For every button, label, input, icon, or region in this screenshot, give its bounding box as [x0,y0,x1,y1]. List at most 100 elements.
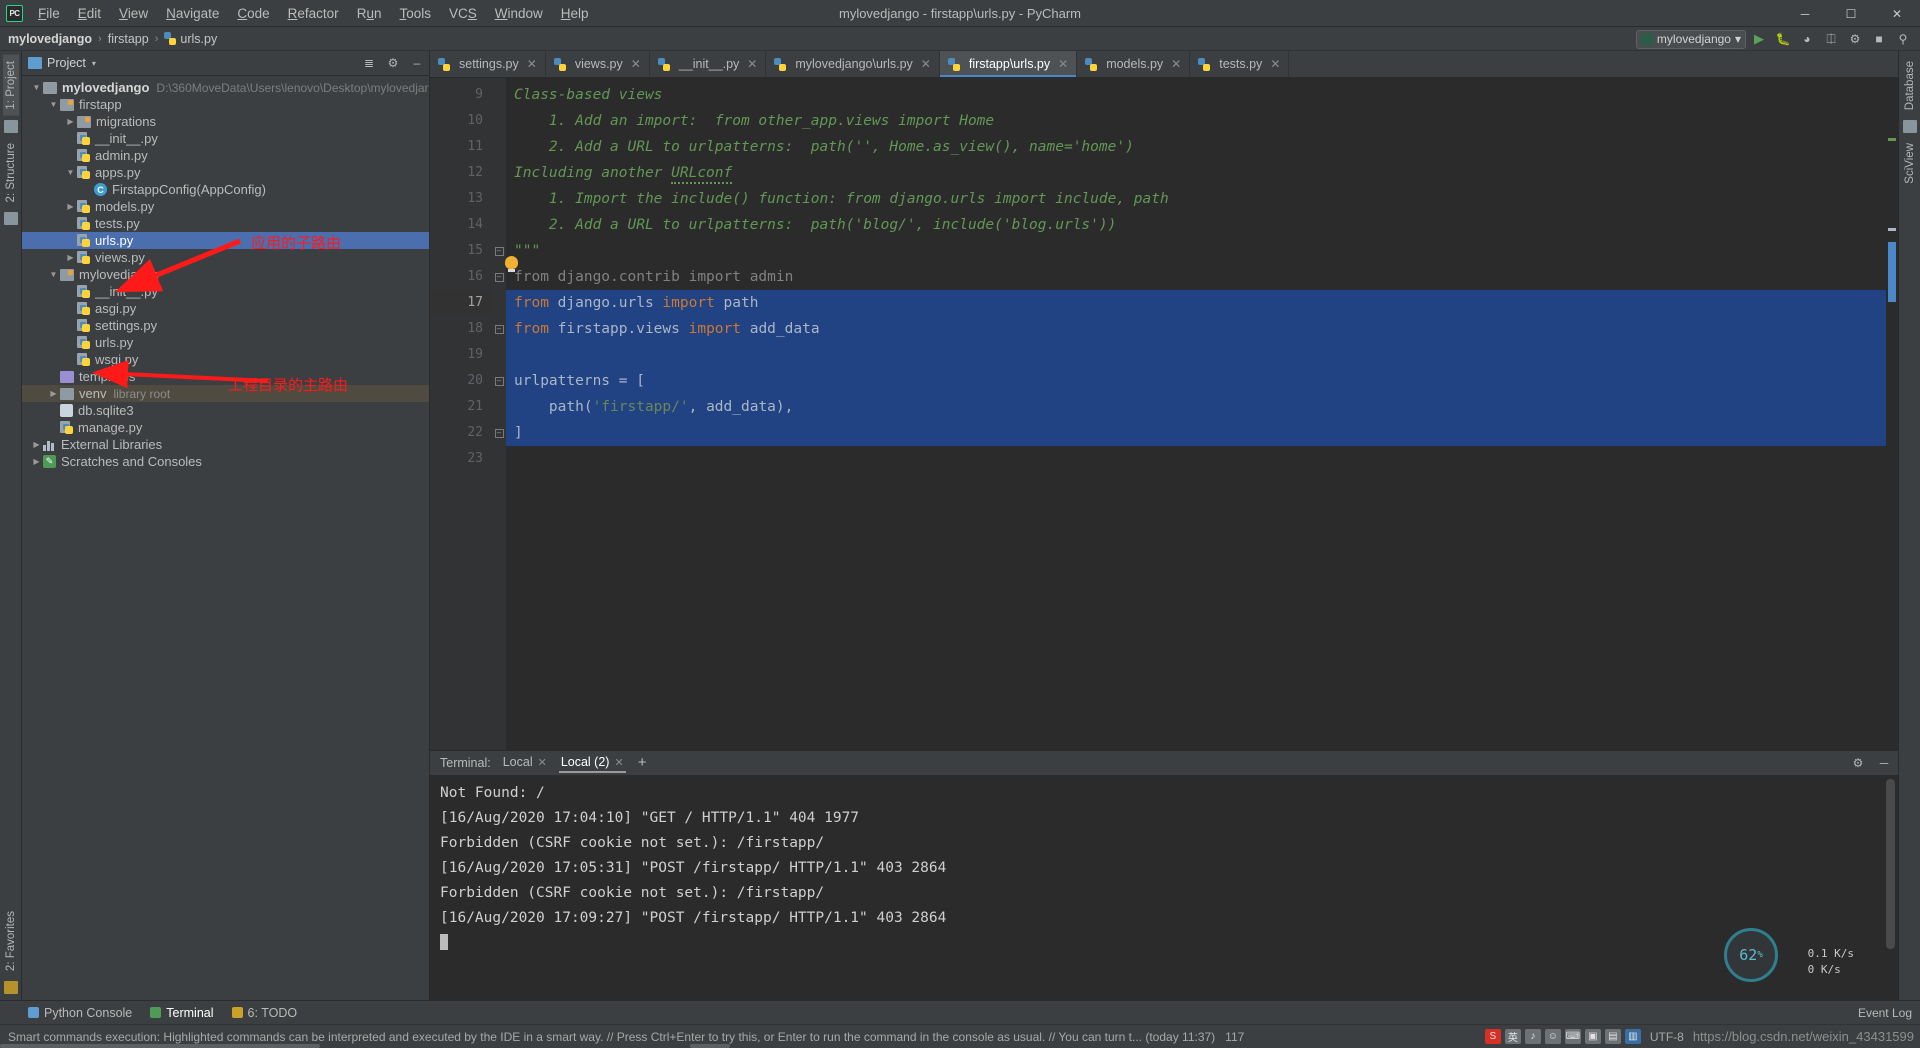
bottom-tab-terminal[interactable]: Terminal [150,1006,214,1020]
tree-node-views-py[interactable]: ▶ views.py [22,249,429,266]
tree-node-scratches-and-consoles[interactable]: ▶ ✎ Scratches and Consoles [22,453,429,470]
fold-toggle-icon[interactable]: – [492,316,506,342]
chevron-right-icon[interactable]: ▶ [64,202,77,211]
editor-tab--init-py[interactable]: __init__.py ✕ [650,51,767,77]
structure-icon[interactable] [3,212,18,226]
editor-tab-firstapp-urls-py[interactable]: firstapp\urls.py ✕ [939,51,1078,77]
menu-item-window[interactable]: Window [486,3,552,24]
tree-node-admin-py[interactable]: ▶admin.py [22,147,429,164]
stop-button[interactable]: ■ [1868,29,1890,49]
tree-node-migrations[interactable]: ▶ migrations [22,113,429,130]
tree-node-settings-py[interactable]: ▶settings.py [22,317,429,334]
tree-node-urls-py[interactable]: ▶urls.py [22,334,429,351]
ime-language-icon[interactable]: 英 [1504,1029,1521,1044]
editor-tab-settings-py[interactable]: settings.py ✕ [430,51,546,77]
terminal-tab-local-2[interactable]: Local (2) ✕ [558,753,626,773]
tool-tab-sciview[interactable]: SciView [1902,137,1918,190]
ime-keyboard-icon[interactable]: ⌨ [1564,1029,1581,1044]
menu-item-file[interactable]: File [29,3,69,24]
code-line[interactable]: from django.urls import path [506,290,1898,316]
tree-node-wsgi-py[interactable]: ▶wsgi.py [22,351,429,368]
close-icon[interactable]: ✕ [538,756,547,769]
maximize-button[interactable]: ☐ [1828,0,1874,27]
fold-toggle-icon[interactable]: – [492,420,506,446]
tool-tab-favorites[interactable]: 2: Favorites [3,905,19,977]
collapse-all-icon[interactable]: ≣ [361,55,377,71]
code-line[interactable]: Including another URLconf [506,160,1898,186]
code-line[interactable]: 2. Add a URL to urlpatterns: path('', Ho… [506,134,1898,160]
menu-item-refactor[interactable]: Refactor [279,3,348,24]
code-line[interactable] [506,446,1898,472]
terminal-output[interactable]: 62% 0.1 K/s 0 K/s Not Found: / [16/Aug/20… [430,775,1898,1000]
tree-node-mylovedjango[interactable]: ▼ mylovedjango D:\360MoveData\Users\lenovo… [22,79,429,96]
intention-bulb-icon[interactable] [505,256,518,272]
run-button[interactable]: ▶ [1748,29,1770,49]
search-everywhere-icon[interactable]: ⚲ [1892,29,1914,49]
tree-node--init-py[interactable]: ▶__init__.py [22,130,429,147]
chevron-down-icon[interactable]: ▼ [30,83,43,92]
tree-node-urls-py[interactable]: ▶urls.py [22,232,429,249]
event-log-button[interactable]: Event Log [1852,1006,1912,1020]
bottom-tab-todo[interactable]: 6: TODO [231,1006,297,1020]
code-line[interactable]: Class-based views [506,82,1898,108]
tree-node-venv[interactable]: ▶ venv library root [22,385,429,402]
editor-tab-tests-py[interactable]: tests.py ✕ [1190,51,1290,77]
ime-tone-icon[interactable]: ♪ [1524,1029,1541,1044]
new-terminal-button[interactable]: + [636,752,649,775]
code-line[interactable] [506,342,1898,368]
menu-item-vcs[interactable]: VCS [440,3,486,24]
ime-settings-icon[interactable]: ▥ [1624,1029,1641,1044]
chevron-right-icon[interactable]: ▶ [30,457,43,466]
tree-node-models-py[interactable]: ▶ models.py [22,198,429,215]
menu-item-tools[interactable]: Tools [390,3,440,24]
tree-node-mylovedjango[interactable]: ▼ mylovedjango [22,266,429,283]
ime-smiley-icon[interactable]: ☺ [1544,1029,1561,1044]
tree-node--init-py[interactable]: ▶__init__.py [22,283,429,300]
terminal-scrollbar[interactable] [1886,779,1895,949]
tool-tab-project[interactable]: 1: Project [2,55,19,116]
close-button[interactable]: ✕ [1874,0,1920,27]
editor-tab-models-py[interactable]: models.py ✕ [1077,51,1191,77]
menu-item-code[interactable]: Code [228,3,278,24]
ime-panel-icon[interactable]: ▣ [1584,1029,1601,1044]
debug-button[interactable]: 🐛 [1772,29,1794,49]
close-icon[interactable]: ✕ [614,756,623,769]
hide-panel-icon[interactable]: – [409,55,425,71]
project-tree[interactable]: ▼ mylovedjango D:\360MoveData\Users\lenovo… [22,76,429,1000]
code-line[interactable]: 1. Add an import: from other_app.views i… [506,108,1898,134]
coverage-button[interactable]: ◕ [1796,29,1818,49]
gear-icon[interactable]: ⚙ [385,55,401,71]
hide-panel-icon[interactable]: ─ [1876,755,1892,771]
tool-tab-structure[interactable]: 2: Structure [3,137,19,208]
chevron-down-icon[interactable]: ▼ [64,168,77,177]
fold-toggle-icon[interactable]: – [492,368,506,394]
close-icon[interactable]: ✕ [527,57,537,71]
tree-node-external-libraries[interactable]: ▶ External Libraries [22,436,429,453]
chevron-right-icon[interactable]: ▶ [30,440,43,449]
code-folding-column[interactable]: – – – – – [492,78,506,750]
bottom-tab-python-console[interactable]: Python Console [28,1006,132,1020]
code-line[interactable]: from firstapp.views import add_data [506,316,1898,342]
tree-node-db-sqlite3[interactable]: ▶db.sqlite3 [22,402,429,419]
code-line[interactable]: from django.contrib import admin [506,264,1898,290]
horizontal-scrollbar[interactable] [0,1044,1920,1048]
minimize-button[interactable]: ─ [1782,0,1828,27]
menu-item-view[interactable]: View [110,3,157,24]
menu-item-navigate[interactable]: Navigate [157,3,228,24]
close-icon[interactable]: ✕ [1058,57,1068,71]
breadcrumb-app[interactable]: firstapp [108,32,149,46]
terminal-tab-local[interactable]: Local ✕ [501,753,549,773]
project-files-icon[interactable] [3,119,18,133]
close-icon[interactable]: ✕ [1270,57,1280,71]
network-gauge-widget[interactable]: 62% [1724,928,1778,982]
attach-button[interactable]: ⚙ [1844,29,1866,49]
chevron-down-icon[interactable]: ▼ [47,100,60,109]
file-encoding[interactable]: UTF-8 [1650,1030,1684,1044]
editor-tab-mylovedjango-urls-py[interactable]: mylovedjango\urls.py ✕ [766,51,940,77]
tree-node-apps-py[interactable]: ▼ apps.py [22,164,429,181]
close-icon[interactable]: ✕ [921,57,931,71]
ime-logo-icon[interactable]: S [1484,1029,1501,1044]
code-line[interactable]: """ [506,238,1898,264]
menu-item-edit[interactable]: Edit [69,3,110,24]
tool-tab-database[interactable]: Database [1902,55,1918,116]
